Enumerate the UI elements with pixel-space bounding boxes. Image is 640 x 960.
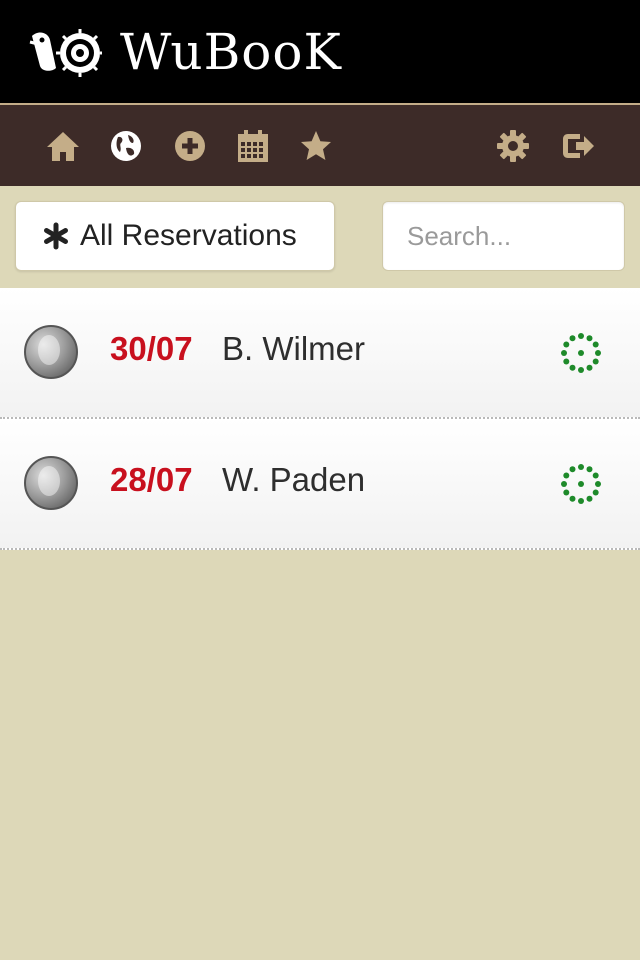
asterisk-icon <box>44 222 68 250</box>
star-icon[interactable] <box>297 127 335 165</box>
filter-bar: All Reservations <box>0 186 640 288</box>
calendar-icon[interactable] <box>234 127 272 165</box>
all-reservations-label: All Reservations <box>80 219 297 252</box>
globe-icon[interactable] <box>107 127 145 165</box>
add-icon[interactable] <box>171 127 209 165</box>
reservation-date: 28/07 <box>110 461 193 498</box>
guest-name: B. Wilmer <box>222 330 365 367</box>
status-ring-icon <box>561 333 601 373</box>
search-input[interactable] <box>382 201 625 271</box>
wubook-logo-icon <box>29 29 102 77</box>
reservation-date: 30/07 <box>110 330 193 367</box>
all-reservations-button[interactable]: All Reservations <box>15 201 335 271</box>
app-title: WuBooK <box>120 23 342 81</box>
reservation-list: 30/07 B. Wilmer 28/07 W. Paden <box>0 288 640 550</box>
home-icon[interactable] <box>44 127 82 165</box>
reservation-row[interactable]: 30/07 B. Wilmer <box>0 288 640 419</box>
logout-icon[interactable] <box>559 127 597 165</box>
avatar <box>24 456 78 510</box>
guest-name: W. Paden <box>222 461 366 498</box>
reservation-row[interactable]: 28/07 W. Paden <box>0 419 640 550</box>
gear-icon[interactable] <box>494 127 532 165</box>
app-header: WuBooK <box>0 0 640 105</box>
status-ring-icon <box>561 464 601 504</box>
avatar <box>24 325 78 379</box>
toolbar <box>0 105 640 186</box>
